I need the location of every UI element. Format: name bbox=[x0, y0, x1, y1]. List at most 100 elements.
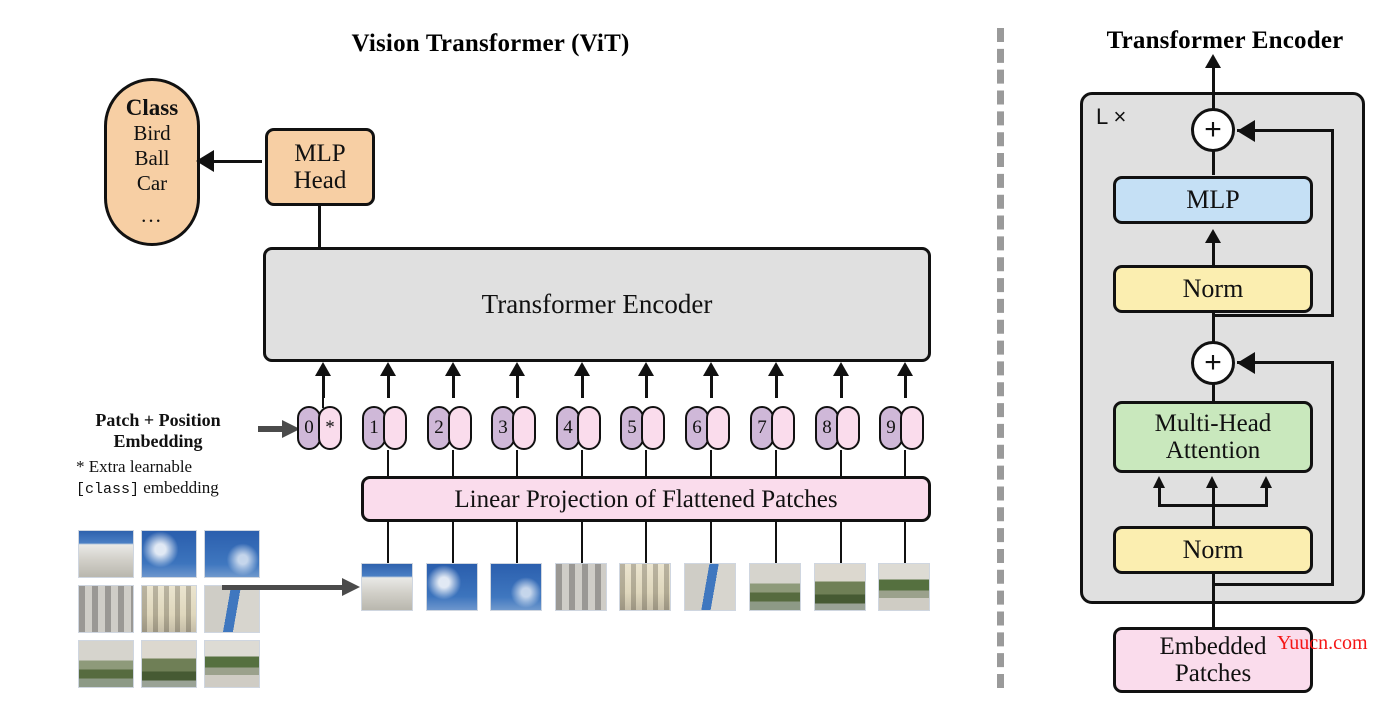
projection-stem-9 bbox=[904, 450, 906, 478]
patch-embedding-8 bbox=[836, 406, 860, 450]
residual-add-top: + bbox=[1191, 108, 1235, 152]
mlp-to-residual-line bbox=[1212, 151, 1215, 175]
source-patch-r2c3 bbox=[204, 585, 260, 633]
flat-patch-1 bbox=[361, 563, 413, 611]
projection-stem-2 bbox=[452, 450, 454, 478]
encoder-norm-bottom-box: Norm bbox=[1113, 526, 1313, 574]
qkv-right-arrowhead bbox=[1260, 476, 1272, 488]
source-patch-r3c3 bbox=[204, 640, 260, 688]
norm-top-to-residual-bottom-line bbox=[1212, 312, 1215, 342]
patch-embedding-9 bbox=[900, 406, 924, 450]
linear-projection-label: Linear Projection of Flattened Patches bbox=[454, 485, 838, 513]
encoder-mlp-label: MLP bbox=[1186, 184, 1240, 214]
residual-skip-bottom-arrowhead bbox=[1237, 352, 1255, 374]
qkv-left-arrowhead bbox=[1153, 476, 1165, 488]
token-arrowhead-7 bbox=[768, 362, 784, 376]
patch-stem-8 bbox=[840, 521, 842, 563]
attention-to-residual-line bbox=[1212, 384, 1215, 402]
residual-add-bottom-symbol: + bbox=[1204, 346, 1222, 379]
token-arrowhead-3 bbox=[509, 362, 525, 376]
patch-stem-7 bbox=[775, 521, 777, 563]
embedded-patches-to-norm-line bbox=[1212, 573, 1215, 629]
flat-patch-7 bbox=[749, 563, 801, 611]
patch-position-embedding-line2: Embedding bbox=[113, 431, 203, 452]
encoder-output-arrowhead bbox=[1205, 54, 1221, 68]
source-patch-r1c2 bbox=[141, 530, 197, 578]
qkv-left-line bbox=[1158, 488, 1161, 506]
source-patch-r1c3 bbox=[204, 530, 260, 578]
class-token-mono-text: [class] bbox=[76, 480, 140, 498]
token-group-8: 8 bbox=[815, 406, 860, 450]
vit-architecture-diagram: Vision Transformer (ViT) Transformer Enc… bbox=[0, 0, 1400, 703]
panel-divider bbox=[997, 28, 1004, 688]
projection-stem-7 bbox=[775, 450, 777, 478]
class-pill-title: Class bbox=[125, 95, 179, 120]
class-pill-item-car: Car bbox=[136, 170, 168, 195]
token-group-1: 1 bbox=[362, 406, 407, 450]
qkv-center-arrowhead bbox=[1206, 476, 1218, 488]
token-arrowhead-8 bbox=[833, 362, 849, 376]
flat-patch-9 bbox=[878, 563, 930, 611]
patch-stem-5 bbox=[645, 521, 647, 563]
transformer-encoder-block: Transformer Encoder bbox=[263, 247, 931, 362]
patch-position-embedding-label: Patch + Position Embedding bbox=[63, 410, 253, 452]
image-to-patches-arrow-line bbox=[222, 585, 344, 590]
token-group-4: 4 bbox=[556, 406, 601, 450]
token-arrowhead-9 bbox=[897, 362, 913, 376]
projection-stem-8 bbox=[840, 450, 842, 478]
patch-embedding-1 bbox=[383, 406, 407, 450]
residual-add-top-symbol: + bbox=[1204, 113, 1222, 146]
token-group-2: 2 bbox=[427, 406, 472, 450]
projection-stem-5 bbox=[645, 450, 647, 478]
token-arrowhead-1 bbox=[380, 362, 396, 376]
qkv-center-stem bbox=[1212, 506, 1215, 526]
residual-skip-top-branch bbox=[1214, 314, 1334, 317]
patch-stem-3 bbox=[516, 521, 518, 563]
projection-stem-4 bbox=[581, 450, 583, 478]
mlp-head-to-class-line bbox=[212, 160, 262, 163]
mlp-head-to-encoder-line bbox=[318, 205, 321, 249]
right-panel-title: Transformer Encoder bbox=[1106, 27, 1344, 54]
multi-head-attention-line1: Multi-Head bbox=[1154, 410, 1272, 437]
qkv-right-line bbox=[1265, 488, 1268, 506]
transformer-encoder-label: Transformer Encoder bbox=[481, 288, 713, 319]
class-token-top-stem bbox=[322, 398, 324, 408]
residual-skip-top-arrowhead bbox=[1237, 120, 1255, 142]
encoder-mlp-box: MLP bbox=[1113, 176, 1313, 224]
mlp-head-to-class-arrowhead bbox=[196, 150, 214, 172]
patch-embedding-4 bbox=[577, 406, 601, 450]
multi-head-attention-line2: Attention bbox=[1165, 437, 1261, 464]
multi-head-attention-box: Multi-Head Attention bbox=[1113, 401, 1313, 473]
encoder-norm-top-box: Norm bbox=[1113, 265, 1313, 313]
source-patch-r2c2 bbox=[141, 585, 197, 633]
projection-stem-6 bbox=[710, 450, 712, 478]
patch-embedding-5 bbox=[641, 406, 665, 450]
token-arrowhead-6 bbox=[703, 362, 719, 376]
patch-embedding-7 bbox=[771, 406, 795, 450]
token-arrowhead-5 bbox=[638, 362, 654, 376]
extra-learnable-note-line2: [class] embedding bbox=[76, 478, 291, 499]
mlp-head-box: MLP Head bbox=[265, 128, 375, 206]
token-arrowhead-2 bbox=[445, 362, 461, 376]
extra-learnable-note-line1: * Extra learnable bbox=[76, 457, 193, 476]
left-panel-title: Vision Transformer (ViT) bbox=[351, 30, 630, 57]
token-group-9: 9 bbox=[879, 406, 924, 450]
flat-patch-4 bbox=[555, 563, 607, 611]
projection-stem-1 bbox=[387, 450, 389, 478]
embedding-label-arrow-line bbox=[258, 426, 284, 432]
encoder-norm-top-label: Norm bbox=[1182, 273, 1244, 303]
source-patch-r3c1 bbox=[78, 640, 134, 688]
class-output-pill: Class Bird Ball Car ... bbox=[104, 78, 200, 246]
embedded-patches-line1: Embedded bbox=[1159, 633, 1267, 660]
token-arrowhead-4 bbox=[574, 362, 590, 376]
patch-stem-6 bbox=[710, 521, 712, 563]
patch-stem-2 bbox=[452, 521, 454, 563]
flat-patch-5 bbox=[619, 563, 671, 611]
encoder-norm-bottom-label: Norm bbox=[1182, 534, 1244, 564]
residual-skip-bottom-branch bbox=[1214, 583, 1334, 586]
token-arrowhead-0 bbox=[315, 362, 331, 376]
class-pill-item-bird: Bird bbox=[133, 121, 171, 146]
norm-top-to-mlp-arrowhead bbox=[1205, 229, 1221, 243]
token-group-7: 7 bbox=[750, 406, 795, 450]
patch-stem-1 bbox=[387, 521, 389, 563]
